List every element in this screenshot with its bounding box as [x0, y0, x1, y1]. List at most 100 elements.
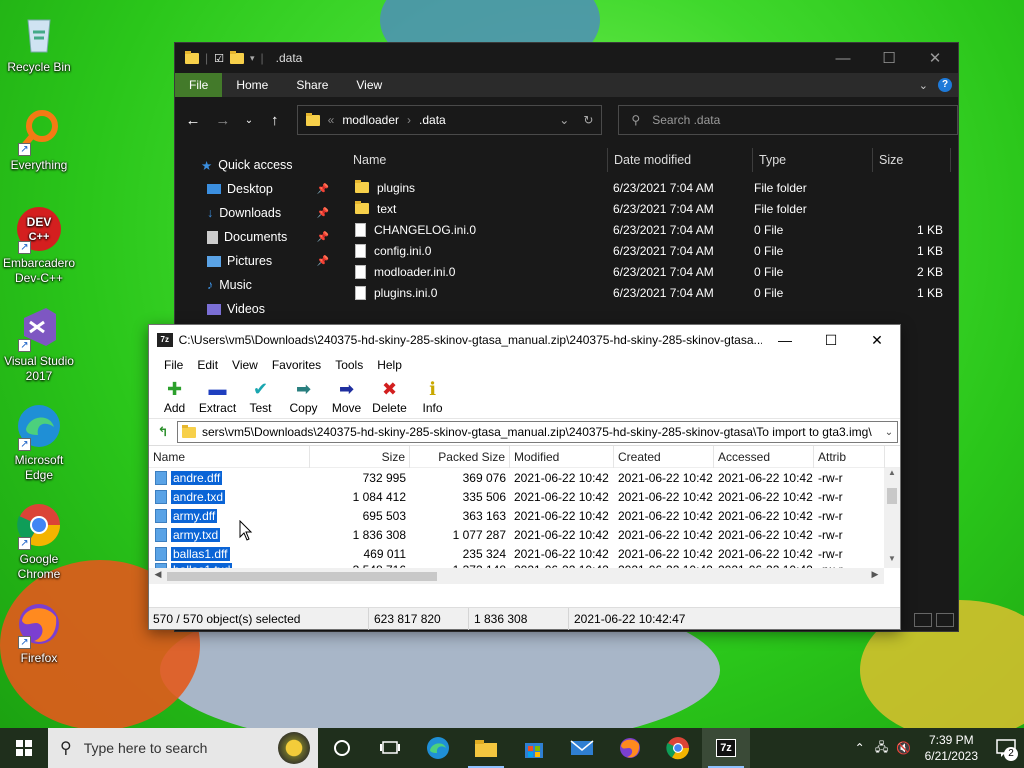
menu-help[interactable]: Help	[370, 358, 409, 372]
up-arrow-icon[interactable]: ↑	[267, 112, 283, 129]
menu-view[interactable]: View	[225, 358, 265, 372]
chevron-down-icon[interactable]: ⌄	[881, 427, 897, 438]
archive-row[interactable]: andre.txd 1 084 412 335 506 2021-06-22 1…	[149, 487, 900, 506]
archive-row[interactable]: army.dff 695 503 363 163 2021-06-22 10:4…	[149, 506, 900, 525]
file-row[interactable]: plugins.ini.0 6/23/2021 7:04 AM 0 File 1…	[351, 282, 958, 303]
help-icon[interactable]: ?	[938, 78, 952, 92]
menu-favorites[interactable]: Favorites	[265, 358, 328, 372]
taskbar-firefox[interactable]	[606, 728, 654, 768]
taskbar-search[interactable]: ⚲ Type here to search	[48, 728, 318, 768]
close-button[interactable]: ✕	[912, 43, 958, 73]
column-header-created[interactable]: Created	[614, 445, 714, 468]
close-button[interactable]: ✕	[854, 325, 900, 355]
large-icons-view-icon[interactable]	[936, 613, 954, 627]
maximize-button[interactable]: ☐	[866, 43, 912, 73]
column-header-size[interactable]: Size	[310, 445, 410, 468]
menu-tools[interactable]: Tools	[328, 358, 370, 372]
column-header-name[interactable]: Name	[149, 445, 310, 468]
scroll-up-icon[interactable]: ▲	[884, 468, 900, 482]
recent-chevron-icon[interactable]: ⌄	[245, 115, 253, 126]
info-button[interactable]: ℹ Info	[411, 379, 454, 416]
desktop-icon-visual-studio[interactable]: ↗ Visual Studio 2017	[0, 304, 78, 384]
vertical-scrollbar[interactable]: ▲ ▼	[884, 468, 900, 568]
tab-file[interactable]: File	[175, 73, 223, 97]
nav-item-videos[interactable]: Videos	[175, 297, 333, 321]
action-center-button[interactable]: 2	[988, 728, 1024, 768]
move-button[interactable]: ➡ Move	[325, 379, 368, 416]
maximize-button[interactable]: ☐	[808, 325, 854, 355]
tab-view[interactable]: View	[342, 73, 396, 97]
menu-file[interactable]: File	[157, 358, 190, 372]
column-header-packed-size[interactable]: Packed Size	[410, 445, 510, 468]
taskbar-file-explorer[interactable]	[462, 728, 510, 768]
taskbar-7zip[interactable]: 7z	[702, 728, 750, 768]
scroll-thumb[interactable]	[887, 488, 897, 504]
pin-icon[interactable]: 📌	[317, 208, 329, 219]
taskbar-chrome[interactable]	[654, 728, 702, 768]
taskbar-mail[interactable]	[558, 728, 606, 768]
archive-row[interactable]: ballas1.dff 469 011 235 324 2021-06-22 1…	[149, 544, 900, 563]
horizontal-scrollbar[interactable]: ◀ ▶	[149, 568, 884, 584]
archive-row[interactable]: army.txd 1 836 308 1 077 287 2021-06-22 …	[149, 525, 900, 544]
nav-item-desktop[interactable]: Desktop 📌	[175, 177, 333, 201]
column-header-name[interactable]: Name	[351, 148, 608, 172]
sevenzip-titlebar[interactable]: 7z C:\Users\vm5\Downloads\240375-hd-skin…	[149, 325, 900, 355]
extract-button[interactable]: ▬ Extract	[196, 379, 239, 416]
task-view-button[interactable]	[366, 728, 414, 768]
cortana-button[interactable]	[318, 728, 366, 768]
address-bar[interactable]: « modloader › .data ⌄ ↻	[296, 105, 603, 135]
column-header-size[interactable]: Size	[873, 148, 951, 172]
pin-icon[interactable]: 📌	[317, 184, 329, 195]
nav-item-pictures[interactable]: Pictures 📌	[175, 249, 333, 273]
forward-arrow-icon[interactable]: →	[215, 112, 231, 129]
scroll-down-icon[interactable]: ▼	[884, 554, 900, 568]
desktop-icon-firefox[interactable]: ↗ Firefox	[0, 601, 78, 666]
expand-ribbon-icon[interactable]: ⌄	[919, 79, 928, 92]
column-header-modified[interactable]: Modified	[510, 445, 614, 468]
path-input[interactable]: sers\vm5\Downloads\240375-hd-skiny-285-s…	[177, 421, 898, 443]
scroll-thumb[interactable]	[167, 572, 437, 581]
nav-item-downloads[interactable]: ↓ Downloads 📌	[175, 201, 333, 225]
test-button[interactable]: ✔ Test	[239, 379, 282, 416]
refresh-icon[interactable]: ↻	[583, 113, 593, 127]
copy-button[interactable]: ➡ Copy	[282, 379, 325, 416]
details-view-icon[interactable]	[914, 613, 932, 627]
scroll-left-icon[interactable]: ◀	[151, 569, 165, 580]
scroll-right-icon[interactable]: ▶	[868, 569, 882, 580]
breadcrumb-modloader[interactable]: modloader	[342, 113, 399, 127]
chevron-down-icon[interactable]: ⌄	[559, 113, 569, 127]
volume-muted-icon[interactable]: 🔇	[893, 741, 915, 755]
column-header-attrib[interactable]: Attrib	[814, 445, 885, 468]
column-header-accessed[interactable]: Accessed	[714, 445, 814, 468]
breadcrumb-data[interactable]: .data	[419, 113, 446, 127]
nav-item-quick-access[interactable]: ★ Quick access	[175, 153, 333, 177]
pin-icon[interactable]: 📌	[317, 256, 329, 267]
tab-home[interactable]: Home	[222, 73, 282, 97]
breadcrumb-overflow[interactable]: «	[328, 113, 335, 127]
new-folder-icon[interactable]	[230, 50, 244, 64]
desktop-icon-everything[interactable]: ↗ Everything	[0, 108, 78, 173]
pin-icon[interactable]: 📌	[317, 232, 329, 243]
clock[interactable]: 7:39 PM 6/21/2023	[915, 732, 988, 764]
show-hidden-icons-chevron-icon[interactable]: ⌃	[849, 741, 871, 755]
properties-icon[interactable]: ☑	[214, 52, 224, 65]
menu-edit[interactable]: Edit	[190, 358, 225, 372]
file-row[interactable]: CHANGELOG.ini.0 6/23/2021 7:04 AM 0 File…	[351, 219, 958, 240]
taskbar-edge[interactable]	[414, 728, 462, 768]
chevron-down-icon[interactable]: ▾	[250, 53, 255, 64]
desktop-icon-edge[interactable]: ↗ Microsoft Edge	[0, 403, 78, 483]
desktop-icon-recycle-bin[interactable]: Recycle Bin	[0, 10, 78, 75]
delete-button[interactable]: ✖ Delete	[368, 379, 411, 416]
nav-item-music[interactable]: ♪ Music	[175, 273, 333, 297]
file-row[interactable]: text 6/23/2021 7:04 AM File folder	[351, 198, 958, 219]
search-input[interactable]: ⚲ Search .data	[618, 105, 958, 135]
minimize-button[interactable]: —	[762, 325, 808, 355]
up-folder-icon[interactable]: ↰	[153, 423, 173, 441]
back-arrow-icon[interactable]: ←	[185, 112, 201, 129]
taskbar-store[interactable]	[510, 728, 558, 768]
tab-share[interactable]: Share	[282, 73, 342, 97]
nav-item-documents[interactable]: Documents 📌	[175, 225, 333, 249]
start-button[interactable]	[0, 728, 48, 768]
minimize-button[interactable]: —	[820, 43, 866, 73]
archive-row[interactable]: andre.dff 732 995 369 076 2021-06-22 10:…	[149, 468, 900, 487]
